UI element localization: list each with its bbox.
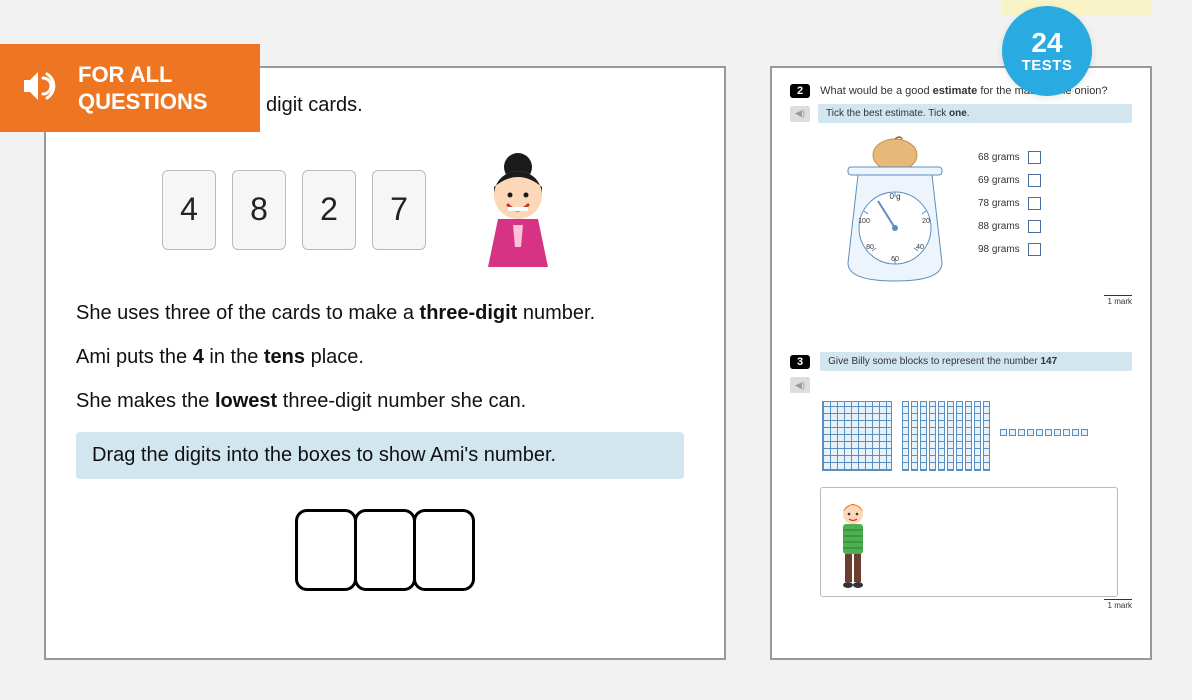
question-main-panel: digit cards. 4 8 2 7 [44, 66, 726, 660]
banner-text: FOR ALL QUESTIONS [78, 61, 208, 116]
q3-block: 3 Give Billy some blocks to represent th… [790, 352, 1132, 610]
q2-text: What would be a good estimate for the ma… [820, 85, 1132, 97]
para-2: Ami puts the 4 in the tens place. [76, 344, 694, 370]
para-1: She uses three of the cards to make a th… [76, 300, 694, 326]
svg-text:100: 100 [858, 218, 870, 225]
scale-illustration: 0 g 100 20 80 40 60 [830, 133, 960, 293]
speaker-mini-icon[interactable]: ◀) [790, 106, 810, 122]
q3-text: Give Billy some blocks to represent the … [820, 352, 1132, 371]
checkbox-icon[interactable] [1028, 243, 1041, 256]
answer-box-hundreds[interactable] [295, 509, 357, 591]
q3-number: 3 [790, 355, 810, 369]
tests-badge: 24 TESTS [1002, 6, 1092, 96]
instruction-bar: Drag the digits into the boxes to show A… [76, 432, 684, 479]
preview-panel: 2 What would be a good estimate for the … [770, 66, 1152, 660]
svg-text:20: 20 [922, 218, 930, 225]
checkbox-icon[interactable] [1028, 174, 1041, 187]
opt-68[interactable]: 68 grams [978, 151, 1041, 164]
tests-count: 24 [1031, 29, 1062, 57]
billy-character [833, 500, 873, 590]
q2-mark: 1 mark [1104, 295, 1132, 306]
checkbox-icon[interactable] [1028, 151, 1041, 164]
digit-card-2[interactable]: 2 [302, 170, 356, 250]
blocks-palette [790, 401, 1132, 471]
tens-group[interactable] [902, 401, 990, 471]
q3-audio-row: ◀) [790, 377, 1132, 393]
answer-box-ones[interactable] [413, 509, 475, 591]
opt-78[interactable]: 78 grams [978, 197, 1041, 210]
checkbox-icon[interactable] [1028, 197, 1041, 210]
banner-line2: QUESTIONS [78, 88, 208, 116]
checkbox-icon[interactable] [1028, 220, 1041, 233]
banner-line1: FOR ALL [78, 61, 208, 89]
digit-card-7[interactable]: 7 [372, 170, 426, 250]
ami-character [468, 147, 568, 272]
q3-drop-area[interactable] [820, 487, 1118, 597]
question-body: She uses three of the cards to make a th… [76, 300, 694, 414]
q2-options: 68 grams 69 grams 78 grams 88 grams 98 g… [978, 151, 1041, 256]
speaker-icon [18, 64, 62, 113]
speaker-mini-icon[interactable]: ◀) [790, 377, 810, 393]
opt-98[interactable]: 98 grams [978, 243, 1041, 256]
q3-header: 3 Give Billy some blocks to represent th… [790, 352, 1132, 371]
q2-instruction-row: ◀) Tick the best estimate. Tick one. [790, 104, 1132, 123]
para-3: She makes the lowest three-digit number … [76, 388, 694, 414]
tests-label: TESTS [1022, 57, 1073, 74]
q3-mark: 1 mark [1104, 599, 1132, 610]
q2-scale-area: 0 g 100 20 80 40 60 68 grams 69 grams 78… [790, 133, 1132, 293]
q2-hint: Tick the best estimate. Tick one. [818, 104, 1132, 123]
ones-group[interactable] [1000, 429, 1088, 436]
digit-card-4[interactable]: 4 [162, 170, 216, 250]
opt-69[interactable]: 69 grams [978, 174, 1041, 187]
audio-all-banner[interactable]: FOR ALL QUESTIONS [0, 44, 260, 132]
intro-text: digit cards. [266, 94, 694, 117]
digit-cards-row: 4 8 2 7 [36, 147, 694, 272]
hundred-block[interactable] [822, 401, 892, 471]
answer-box-tens[interactable] [354, 509, 416, 591]
answer-drop-zone[interactable] [76, 509, 694, 591]
q2-number: 2 [790, 84, 810, 98]
q2-header: 2 What would be a good estimate for the … [790, 84, 1132, 98]
digit-card-8[interactable]: 8 [232, 170, 286, 250]
opt-88[interactable]: 88 grams [978, 220, 1041, 233]
